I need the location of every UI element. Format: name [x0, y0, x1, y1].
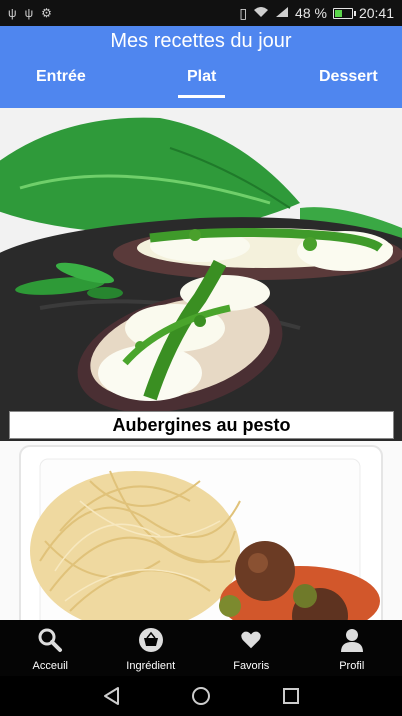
- signal-icon: [275, 5, 289, 21]
- vibrate-icon: ▯: [239, 4, 248, 21]
- recipe-photo-spaghetti: [0, 441, 402, 620]
- system-indicators: ▯ 48 % 20:41: [239, 5, 394, 22]
- wifi-icon: [253, 5, 269, 21]
- user-icon: [338, 626, 366, 654]
- tab-plat[interactable]: Plat: [187, 68, 216, 86]
- tab-dessert[interactable]: Dessert: [319, 68, 378, 86]
- recipe-list[interactable]: Aubergines au pesto: [0, 108, 402, 620]
- recipe-photo-aubergines: [0, 108, 402, 441]
- nav-item-acceuil[interactable]: Acceuil: [0, 620, 101, 676]
- app-header: Mes recettes du jour Entrée Plat Dessert: [0, 26, 402, 108]
- nav-label: Acceuil: [32, 660, 68, 672]
- battery-percent: 48 %: [295, 5, 327, 21]
- status-bar: ψ ψ ⚙ ▯ 48 % 20:41: [0, 0, 402, 26]
- recipe-title: Aubergines au pesto: [9, 411, 394, 439]
- battery-icon: [332, 7, 356, 19]
- back-icon[interactable]: [100, 684, 124, 708]
- usb-icon: ψ: [8, 6, 17, 20]
- nav-label: Profil: [339, 660, 365, 672]
- nav-label: Favoris: [233, 660, 270, 672]
- nav-item-ingredient[interactable]: Ingrédient: [101, 620, 202, 676]
- home-icon[interactable]: [189, 684, 213, 708]
- android-debug-icon: ⚙: [41, 6, 52, 20]
- page-title: Mes recettes du jour: [110, 30, 292, 52]
- bottom-navigation: Acceuil Ingrédient Favoris Profil: [0, 620, 402, 676]
- nav-item-favoris[interactable]: Favoris: [201, 620, 302, 676]
- tab-entree[interactable]: Entrée: [36, 68, 86, 86]
- recent-apps-icon[interactable]: [279, 684, 303, 708]
- system-navigation-bar: [0, 676, 402, 716]
- clock: 20:41: [358, 5, 394, 21]
- active-tab-indicator: [178, 95, 225, 98]
- nav-item-profil[interactable]: Profil: [302, 620, 402, 676]
- notification-icons: ψ ψ ⚙: [8, 6, 52, 20]
- heart-icon: [237, 626, 265, 654]
- recipe-card-spaghetti[interactable]: [0, 441, 402, 620]
- battery-level: [334, 9, 342, 17]
- recipe-card-aubergines[interactable]: Aubergines au pesto: [0, 108, 402, 441]
- nav-label: Ingrédient: [126, 660, 176, 672]
- search-icon: [36, 626, 64, 654]
- usb-icon: ψ: [24, 6, 34, 20]
- category-tabs: Entrée Plat Dessert: [0, 68, 402, 108]
- basket-icon: [137, 626, 165, 654]
